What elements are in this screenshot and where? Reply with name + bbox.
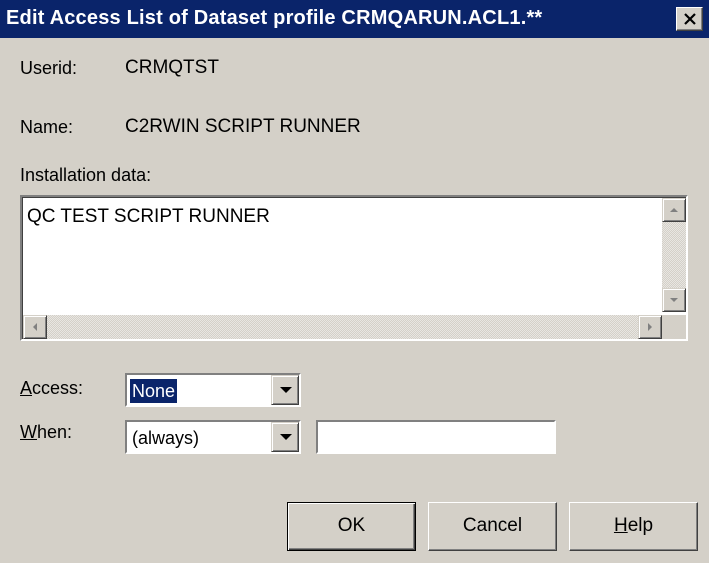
- installation-data-field[interactable]: QC TEST SCRIPT RUNNER: [20, 195, 688, 341]
- when-selected-value: (always): [132, 428, 200, 448]
- horizontal-scrollbar[interactable]: [23, 315, 662, 339]
- scrollbar-corner: [662, 315, 686, 339]
- chevron-down-icon: [280, 434, 292, 440]
- scroll-up-button[interactable]: [662, 198, 686, 222]
- userid-value: CRMQTST: [125, 57, 219, 78]
- installation-data-label: Installation data:: [20, 165, 152, 185]
- chevron-down-icon: [280, 387, 292, 393]
- arrow-up-icon: [670, 208, 678, 212]
- when-select[interactable]: (always): [125, 420, 301, 454]
- arrow-down-icon: [670, 298, 678, 302]
- edit-access-list-dialog: Edit Access List of Dataset profile CRMQ…: [0, 0, 709, 563]
- access-dropdown-button[interactable]: [271, 375, 299, 405]
- arrow-left-icon: [33, 323, 37, 331]
- title-bar[interactable]: Edit Access List of Dataset profile CRMQ…: [0, 0, 709, 38]
- access-label: Access:: [20, 378, 84, 398]
- access-select[interactable]: None: [125, 373, 301, 407]
- scroll-down-button[interactable]: [662, 288, 686, 312]
- ok-button[interactable]: OK: [287, 502, 416, 551]
- name-label: Name:: [20, 117, 74, 137]
- scroll-left-button[interactable]: [23, 315, 47, 339]
- name-value: C2RWIN SCRIPT RUNNER: [125, 116, 361, 137]
- window-title: Edit Access List of Dataset profile CRMQ…: [6, 7, 543, 29]
- when-dropdown-button[interactable]: [271, 422, 299, 452]
- scroll-right-button[interactable]: [638, 315, 662, 339]
- userid-label: Userid:: [20, 58, 78, 78]
- installation-data-value: QC TEST SCRIPT RUNNER: [27, 206, 270, 227]
- vertical-scrollbar[interactable]: [662, 198, 686, 312]
- close-button[interactable]: [676, 7, 703, 31]
- when-label: When:: [20, 422, 73, 442]
- when-detail-input[interactable]: [316, 420, 556, 454]
- cancel-button[interactable]: Cancel: [428, 502, 557, 551]
- help-button[interactable]: Help: [569, 502, 698, 551]
- access-selected-value: None: [130, 379, 178, 403]
- close-icon: [684, 13, 696, 25]
- arrow-right-icon: [648, 323, 652, 331]
